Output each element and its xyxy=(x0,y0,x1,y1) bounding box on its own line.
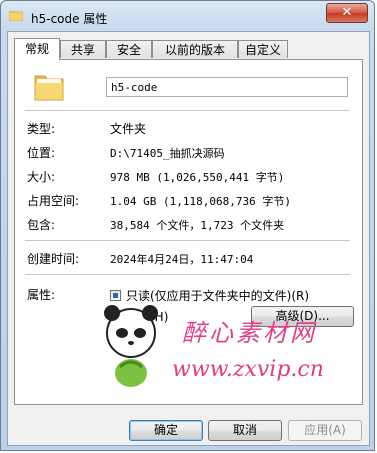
folder-name-field[interactable] xyxy=(106,77,348,97)
location-label: 位置: xyxy=(27,146,56,160)
tab-previous-versions[interactable]: 以前的版本 xyxy=(152,40,238,58)
ok-button[interactable]: 确定 xyxy=(129,420,203,441)
disk-size-label: 占用空间: xyxy=(27,194,80,208)
watermark-title: 醉心素材网 xyxy=(182,319,317,347)
tab-general[interactable]: 常规 xyxy=(14,38,60,60)
contains-value: 38,584 个文件，1,723 个文件夹 xyxy=(110,219,285,232)
properties-dialog: h5-code 属性 ✕ 常规 共享 安全 以前的版本 自定义 类型: 文件夹 … xyxy=(0,0,375,451)
size-label: 大小: xyxy=(27,170,56,184)
folder-icon xyxy=(9,11,23,21)
type-value: 文件夹 xyxy=(110,122,147,136)
divider xyxy=(25,240,350,241)
attributes-label: 属性: xyxy=(27,288,56,302)
apply-button[interactable]: 应用(A) xyxy=(288,420,362,441)
type-label: 类型: xyxy=(27,122,56,136)
readonly-checkbox[interactable] xyxy=(110,290,121,301)
created-value: 2024年4月24日，11:47:04 xyxy=(110,253,254,266)
disk-size-value: 1.04 GB (1,118,068,736 字节) xyxy=(110,195,291,208)
watermark-url: www.zxvip.cn xyxy=(172,357,324,382)
watermark: 醉心素材网 www.zxvip.cn xyxy=(94,303,354,403)
size-value: 978 MB (1,026,550,441 字节) xyxy=(110,171,285,184)
readonly-label[interactable]: 只读(仅应用于文件夹中的文件)(R) xyxy=(126,287,309,304)
created-label: 创建时间: xyxy=(27,252,80,266)
title-bar[interactable]: h5-code 属性 ✕ xyxy=(1,1,374,31)
location-value: D:\71405_抽抓决源码 xyxy=(110,147,225,160)
panda-logo-icon xyxy=(104,305,158,387)
contains-label: 包含: xyxy=(27,218,56,232)
cancel-button[interactable]: 取消 xyxy=(208,420,282,441)
tab-security[interactable]: 安全 xyxy=(106,40,152,58)
close-button[interactable]: ✕ xyxy=(326,3,368,23)
tab-sharing[interactable]: 共享 xyxy=(60,40,106,58)
divider xyxy=(25,110,350,111)
window-title: h5-code 属性 xyxy=(31,12,108,26)
divider xyxy=(25,274,350,275)
tab-customize[interactable]: 自定义 xyxy=(238,40,288,58)
folder-icon xyxy=(34,75,64,101)
